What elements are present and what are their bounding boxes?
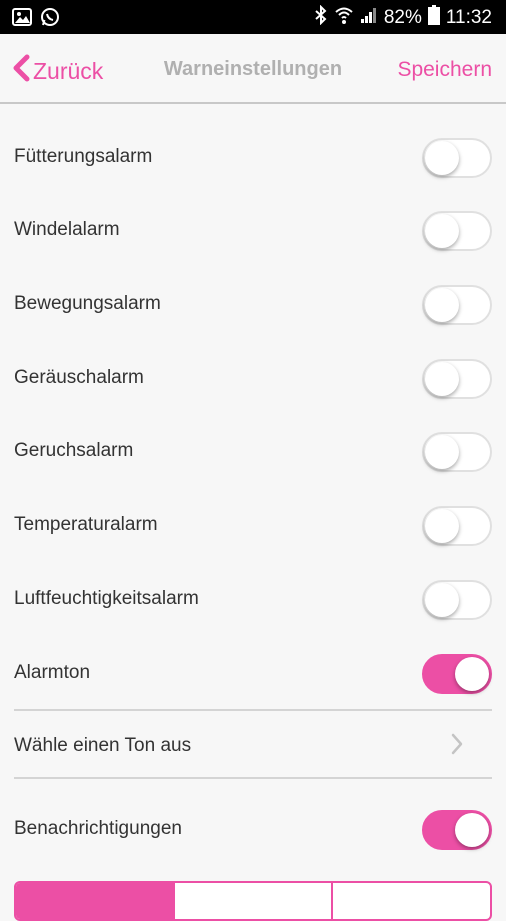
save-button[interactable]: Speichern bbox=[397, 58, 492, 82]
whatsapp-icon bbox=[40, 7, 60, 32]
segmented-control bbox=[14, 881, 492, 921]
signal-icon bbox=[360, 6, 378, 30]
setting-row-motion-alarm: Bewegungsalarm bbox=[0, 267, 506, 341]
setting-row-feeding-alarm: Fütterungsalarm bbox=[0, 120, 506, 194]
tone-select-row[interactable]: Wähle einen Ton aus bbox=[0, 709, 506, 783]
diaper-alarm-toggle[interactable] bbox=[422, 211, 492, 251]
sound-alarm-toggle[interactable] bbox=[422, 359, 492, 399]
setting-row-temperature-alarm: Temperaturalarm bbox=[0, 488, 506, 562]
toggle-knob bbox=[425, 509, 459, 543]
battery-level: 82% bbox=[383, 7, 422, 28]
setting-label: Luftfeuchtigkeitsalarm bbox=[14, 588, 199, 609]
toggle-knob bbox=[425, 141, 459, 175]
nav-bar: Zurück Warneinstellungen Speichern bbox=[0, 34, 506, 104]
tone-select-label: Wähle einen Ton aus bbox=[14, 735, 192, 756]
setting-label: Bewegungsalarm bbox=[14, 293, 161, 314]
setting-label: Fütterungsalarm bbox=[14, 146, 153, 167]
setting-label: Geräuschalarm bbox=[14, 367, 144, 388]
segment-option-1[interactable] bbox=[16, 883, 175, 919]
status-bar: 82% 11:32 bbox=[0, 0, 506, 34]
setting-row-humidity-alarm: Luftfeuchtigkeitsalarm bbox=[0, 562, 506, 636]
bluetooth-icon bbox=[314, 4, 328, 31]
chevron-right-icon bbox=[450, 733, 464, 760]
setting-row-odor-alarm: Geruchsalarm bbox=[0, 414, 506, 488]
setting-label: Alarmton bbox=[14, 662, 91, 683]
feeding-alarm-toggle[interactable] bbox=[422, 138, 492, 178]
toggle-knob bbox=[425, 288, 459, 322]
segment-option-2[interactable] bbox=[175, 883, 334, 919]
setting-label: Windelalarm bbox=[14, 219, 120, 240]
temperature-alarm-toggle[interactable] bbox=[422, 506, 492, 546]
toggle-knob bbox=[455, 657, 489, 691]
toggle-knob bbox=[425, 435, 459, 469]
battery-icon bbox=[427, 5, 440, 31]
notifications-toggle[interactable] bbox=[422, 810, 492, 850]
segment-option-3[interactable] bbox=[333, 883, 490, 919]
toggle-knob bbox=[425, 362, 459, 396]
setting-row-sound-alarm: Geräuschalarm bbox=[0, 341, 506, 415]
toggle-knob bbox=[425, 214, 459, 248]
humidity-alarm-toggle[interactable] bbox=[422, 580, 492, 620]
setting-label: Geruchsalarm bbox=[14, 440, 134, 461]
divider bbox=[14, 777, 492, 779]
setting-row-alarm-tone: Alarmton bbox=[0, 636, 506, 710]
odor-alarm-toggle[interactable] bbox=[422, 432, 492, 472]
setting-row-notifications: Benachrichtigungen bbox=[0, 792, 506, 866]
alarm-tone-toggle[interactable] bbox=[422, 654, 492, 694]
setting-row-diaper-alarm: Windelalarm bbox=[0, 193, 506, 267]
wifi-icon bbox=[334, 5, 354, 31]
motion-alarm-toggle[interactable] bbox=[422, 285, 492, 325]
clock: 11:32 bbox=[445, 7, 492, 28]
toggle-knob bbox=[425, 583, 459, 617]
setting-label: Temperaturalarm bbox=[14, 514, 158, 535]
toggle-knob bbox=[455, 813, 489, 847]
notifications-label: Benachrichtigungen bbox=[14, 818, 182, 839]
image-icon bbox=[12, 8, 32, 31]
